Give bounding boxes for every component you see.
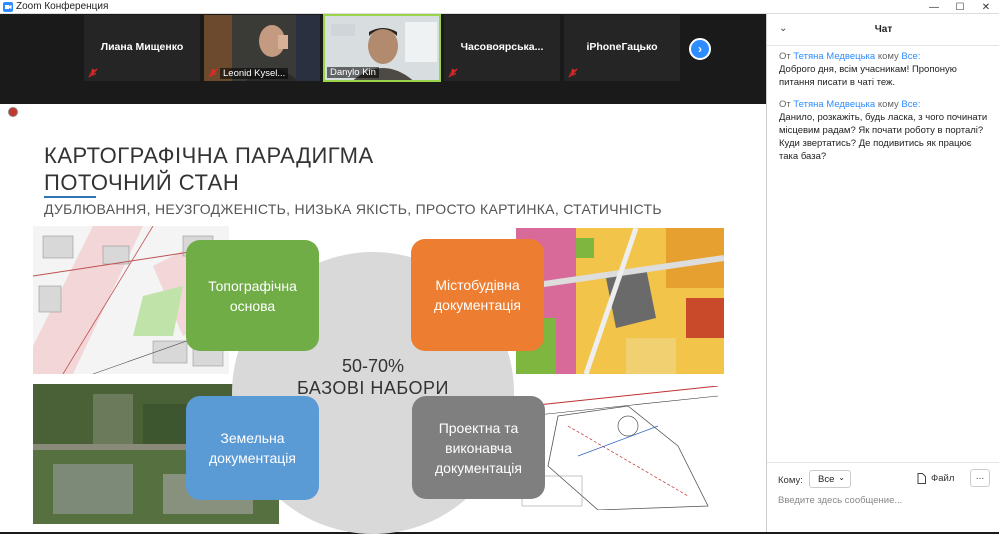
recipient-label: Кому: [778, 475, 803, 486]
to-prefix: кому [877, 51, 899, 62]
message-sender[interactable]: Тетяна Медвецька [793, 99, 875, 110]
file-icon [917, 473, 926, 484]
main-video-area: Лиана Мищенко Leonid Kysel... Danylo Kin… [0, 14, 766, 534]
shared-slide: КАРТОГРАФІЧНА ПАРАДИГМА ПОТОЧНИЙ СТАН ДУ… [0, 104, 766, 534]
chevron-right-icon: › [698, 42, 702, 56]
card-topographic-base: Топографічна основа [186, 240, 319, 351]
chevron-down-icon: ⌄ [838, 473, 845, 482]
card-urban-planning: Містобудівна документація [411, 239, 544, 351]
to-prefix: кому [877, 99, 899, 110]
slide-title-line1: КАРТОГРАФІЧНА ПАРАДИГМА [44, 143, 374, 168]
participant-name: iPhoneГацько [586, 41, 658, 53]
chat-header: ⌄ Чат [767, 14, 999, 46]
chat-composer: Кому: Все ⌄ Файл ... [767, 462, 999, 532]
slide-subtitle: ДУБЛЮВАННЯ, НЕУЗГОДЖЕНІСТЬ, НИЗЬКА ЯКІСТ… [44, 201, 662, 217]
slide-title-line2: ПОТОЧНИЙ СТАН [44, 170, 240, 195]
more-options-button[interactable]: ... [970, 469, 990, 487]
card-land-documentation: Земельна документація [186, 396, 319, 500]
participant-label: Danylo Kin [327, 67, 379, 78]
maximize-button[interactable]: ☐ [946, 0, 974, 14]
message-text: Данило, розкажіть, будь ласка, з чого по… [779, 112, 988, 162]
screen-share-indicator-icon[interactable] [8, 107, 18, 117]
participant-name: Лиана Мищенко [100, 41, 184, 53]
file-button[interactable]: Файл [917, 473, 954, 484]
recipient-value: Все [818, 473, 835, 485]
minimize-button[interactable]: — [920, 0, 948, 14]
mic-muted-icon [88, 68, 98, 78]
message-text: Доброго дня, всім учасникам! Пропоную пи… [779, 64, 957, 88]
urban-planning-map-image [516, 228, 724, 374]
zoom-logo-icon [3, 1, 13, 12]
participant-video-tile[interactable]: Leonid Kysel... [203, 14, 321, 82]
chat-message-input[interactable] [778, 495, 988, 506]
from-prefix: От [779, 51, 791, 62]
participant-tile[interactable]: iPhoneГацько [563, 14, 681, 82]
message-meta: От Тетяна Медвецька кому Все: [779, 98, 991, 111]
slide-title: КАРТОГРАФІЧНА ПАРАДИГМА ПОТОЧНИЙ СТАН [44, 142, 374, 196]
project-drawing-image [518, 386, 724, 510]
center-percent: 50-70% [341, 356, 405, 376]
title-bar: Zoom Конференция — ☐ ✕ [0, 0, 999, 14]
mic-muted-icon [208, 68, 218, 78]
chat-title: Чат [874, 24, 893, 35]
mic-muted-icon [448, 68, 458, 78]
message-sender[interactable]: Тетяна Медвецька [793, 51, 875, 62]
from-prefix: От [779, 99, 791, 110]
message-recipient: Все: [901, 99, 921, 110]
chat-message: От Тетяна Медвецька кому Все: Данило, ро… [779, 98, 991, 163]
card-project-documentation: Проектна та виконавча документація [412, 396, 545, 499]
mic-muted-icon [568, 68, 578, 78]
participant-tile[interactable]: Часовоярська... [443, 14, 561, 82]
file-label: Файл [931, 473, 955, 484]
chat-panel: ⌄ Чат От Тетяна Медвецька кому Все: Добр… [766, 14, 999, 532]
participant-label: Leonid Kysel... [220, 68, 289, 79]
message-meta: От Тетяна Медвецька кому Все: [779, 50, 991, 63]
close-button[interactable]: ✕ [972, 0, 999, 14]
active-speaker-tile[interactable]: Danylo Kin [323, 14, 441, 82]
participant-tile[interactable]: Лиана Мищенко [83, 14, 201, 82]
next-participants-button[interactable]: › [689, 38, 711, 60]
participant-name: Часовоярська... [460, 41, 544, 53]
message-recipient: Все: [901, 51, 921, 62]
recipient-select[interactable]: Все ⌄ [809, 470, 851, 488]
window-title: Zoom Конференция [16, 1, 109, 12]
chat-message: От Тетяна Медвецька кому Все: Доброго дн… [779, 50, 991, 89]
title-underline [44, 196, 96, 198]
participant-strip: Лиана Мищенко Leonid Kysel... Danylo Kin… [0, 14, 766, 90]
